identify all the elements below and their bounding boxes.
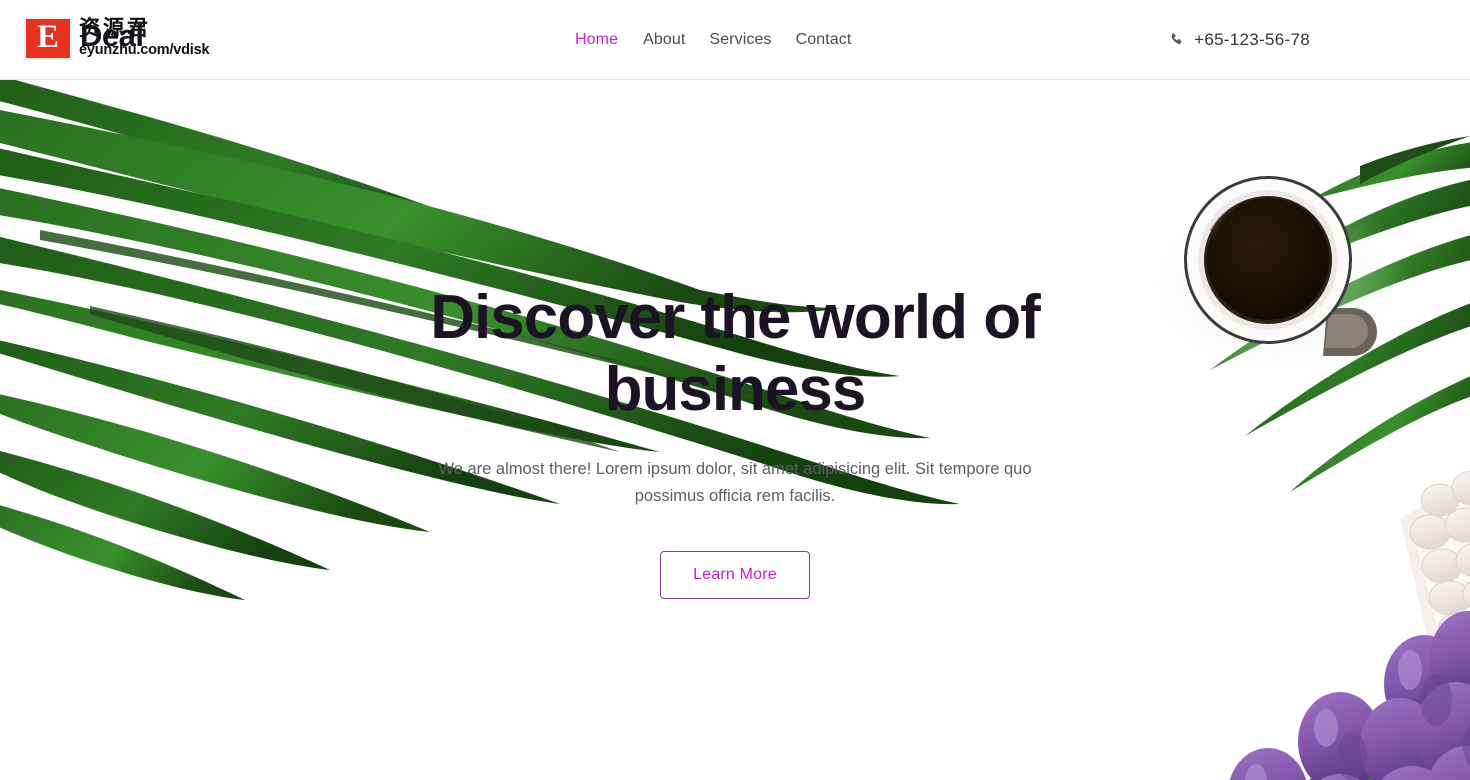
hero-title: Discover the world of business	[430, 283, 1040, 424]
site-header: Deal Home About Services Contact +65-123…	[0, 0, 1470, 80]
nav-item-services[interactable]: Services	[709, 31, 795, 49]
nav-item-about[interactable]: About	[643, 31, 709, 49]
hero-cta-container: Learn More	[0, 551, 1470, 599]
phone-number-text: +65-123-56-78	[1194, 30, 1310, 49]
phone-handset-icon	[1169, 32, 1185, 48]
nav-item-home[interactable]: Home	[575, 31, 643, 49]
main-navigation: Home About Services Contact	[575, 0, 875, 80]
watermark-badge-icon: E	[24, 17, 72, 60]
hero-content: Discover the world of business We are al…	[0, 282, 1470, 599]
header-phone[interactable]: +65-123-56-78	[1169, 0, 1310, 80]
nav-item-contact[interactable]: Contact	[796, 31, 876, 49]
hero-section: Discover the world of business We are al…	[0, 80, 1470, 780]
learn-more-button[interactable]: Learn More	[660, 551, 810, 599]
hero-subtitle: We are almost there! Lorem ipsum dolor, …	[438, 460, 1032, 505]
brand-logo-text[interactable]: Deal	[80, 18, 144, 54]
watermark-badge-letter: E	[36, 19, 59, 55]
